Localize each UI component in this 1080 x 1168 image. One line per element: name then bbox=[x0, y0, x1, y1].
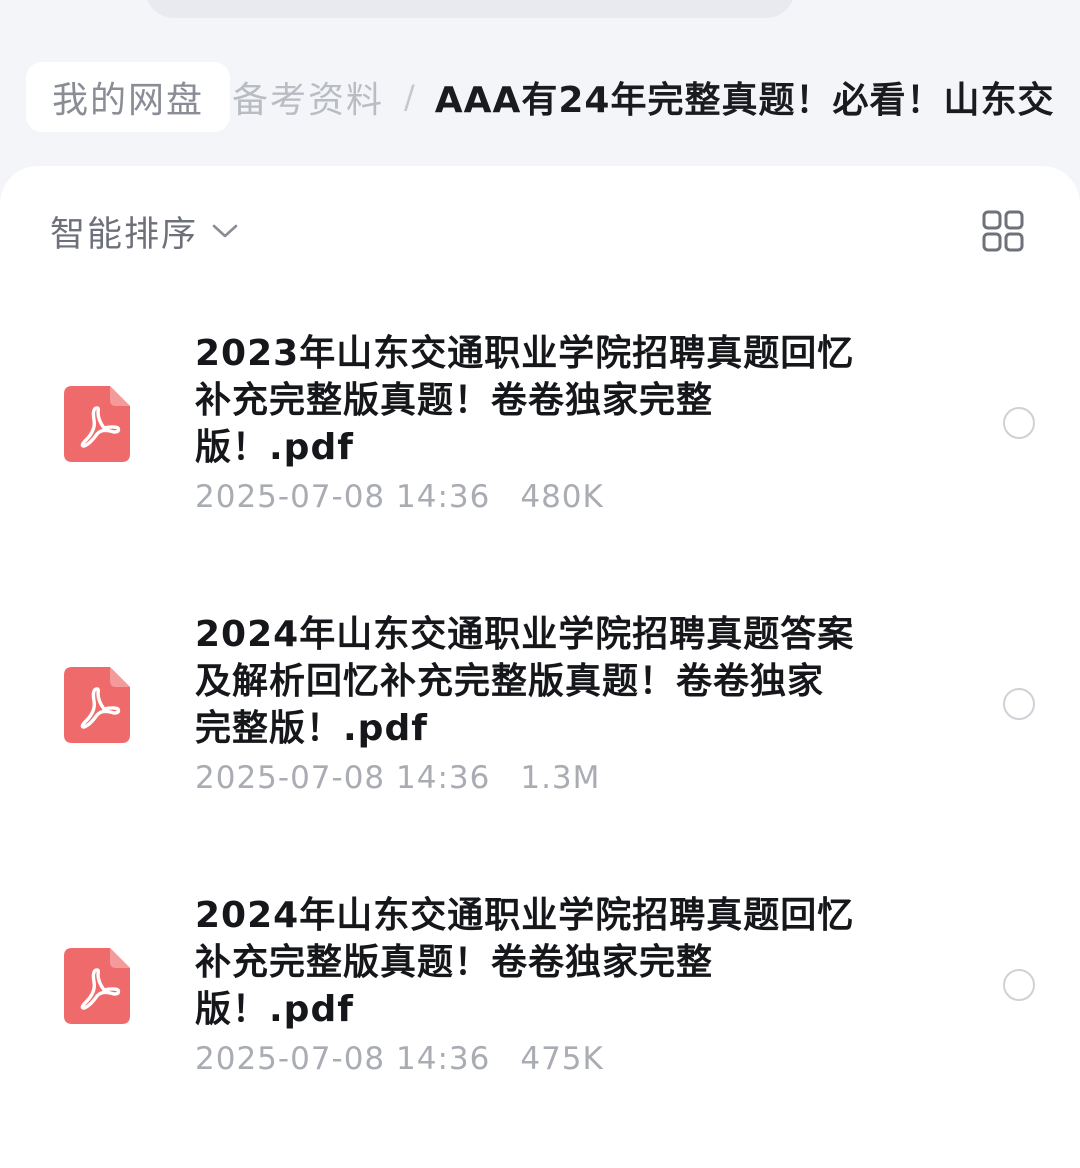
file-date: 2025-07-08 14:36 bbox=[195, 479, 491, 515]
file-size: 480K bbox=[520, 479, 604, 515]
file-size: 475K bbox=[520, 1041, 604, 1077]
file-list-item[interactable]: 2024年山东交通职业学院招聘真题答案 及解析回忆补充完整版真题！卷卷独家 完整… bbox=[0, 597, 1080, 857]
file-list-card: 智能排序 2023年山东交通职业学院招聘真题回忆 补充完整版真题！卷卷独家完整 … bbox=[0, 166, 1080, 1168]
file-date: 2025-07-08 14:36 bbox=[195, 760, 491, 796]
breadcrumb-parent[interactable]: 备考资料 bbox=[232, 71, 384, 123]
select-checkbox[interactable] bbox=[1003, 688, 1035, 720]
chevron-down-icon bbox=[212, 223, 238, 239]
file-name-line: 补充完整版真题！卷卷独家完整 bbox=[195, 942, 714, 983]
file-name: 2024年山东交通职业学院招聘真题回忆 补充完整版真题！卷卷独家完整 版！.pd… bbox=[195, 892, 915, 1033]
grid-view-icon[interactable] bbox=[982, 210, 1024, 252]
file-name: 2024年山东交通职业学院招聘真题答案 及解析回忆补充完整版真题！卷卷独家 完整… bbox=[195, 611, 915, 752]
file-name-line: 及解析回忆补充完整版真题！卷卷独家 bbox=[195, 661, 825, 702]
file-list-item[interactable]: 2024年山东交通职业学院招聘真题回忆 补充完整版真题！卷卷独家完整 版！.pd… bbox=[0, 878, 1080, 1138]
file-name-line: 2024年山东交通职业学院招聘真题回忆 bbox=[195, 895, 855, 936]
file-name-line: 版！.pdf bbox=[195, 989, 354, 1030]
file-date: 2025-07-08 14:36 bbox=[195, 1041, 491, 1077]
select-checkbox[interactable] bbox=[1003, 969, 1035, 1001]
sort-button[interactable]: 智能排序 bbox=[50, 206, 238, 256]
file-name-line: 版！.pdf bbox=[195, 427, 354, 468]
file-name-line: 完整版！.pdf bbox=[195, 708, 428, 749]
file-meta: 2025-07-08 14:36 1.3M bbox=[195, 760, 915, 796]
breadcrumb-separator: / bbox=[404, 78, 415, 116]
file-name-line: 2023年山东交通职业学院招聘真题回忆 bbox=[195, 333, 855, 374]
file-meta: 2025-07-08 14:36 480K bbox=[195, 479, 915, 515]
select-checkbox[interactable] bbox=[1003, 407, 1035, 439]
file-text: 2024年山东交通职业学院招聘真题回忆 补充完整版真题！卷卷独家完整 版！.pd… bbox=[195, 892, 915, 1077]
file-text: 2023年山东交通职业学院招聘真题回忆 补充完整版真题！卷卷独家完整 版！.pd… bbox=[195, 330, 915, 515]
pdf-file-icon bbox=[64, 386, 130, 462]
pdf-file-icon bbox=[64, 948, 130, 1024]
list-toolbar: 智能排序 bbox=[0, 166, 1080, 296]
breadcrumb-trail: 备考资料 / AAA有24年完整真题！必看！山东交 bbox=[232, 62, 1054, 132]
pdf-file-icon bbox=[64, 667, 130, 743]
file-meta: 2025-07-08 14:36 475K bbox=[195, 1041, 915, 1077]
page: 我的网盘 备考资料 / AAA有24年完整真题！必看！山东交 智能排序 2023… bbox=[0, 0, 1080, 1168]
breadcrumb: 我的网盘 备考资料 / AAA有24年完整真题！必看！山东交 bbox=[0, 58, 1080, 138]
file-name-line: 2024年山东交通职业学院招聘真题答案 bbox=[195, 614, 855, 655]
file-name: 2023年山东交通职业学院招聘真题回忆 补充完整版真题！卷卷独家完整 版！.pd… bbox=[195, 330, 915, 471]
file-name-line: 补充完整版真题！卷卷独家完整 bbox=[195, 380, 714, 421]
breadcrumb-home[interactable]: 我的网盘 bbox=[26, 62, 231, 132]
file-size: 1.3M bbox=[520, 760, 601, 796]
file-text: 2024年山东交通职业学院招聘真题答案 及解析回忆补充完整版真题！卷卷独家 完整… bbox=[195, 611, 915, 796]
file-list-item[interactable]: 2023年山东交通职业学院招聘真题回忆 补充完整版真题！卷卷独家完整 版！.pd… bbox=[0, 316, 1080, 576]
search-bar[interactable] bbox=[145, 0, 795, 18]
sort-label: 智能排序 bbox=[50, 214, 199, 255]
breadcrumb-current: AAA有24年完整真题！必看！山东交 bbox=[434, 80, 1055, 121]
